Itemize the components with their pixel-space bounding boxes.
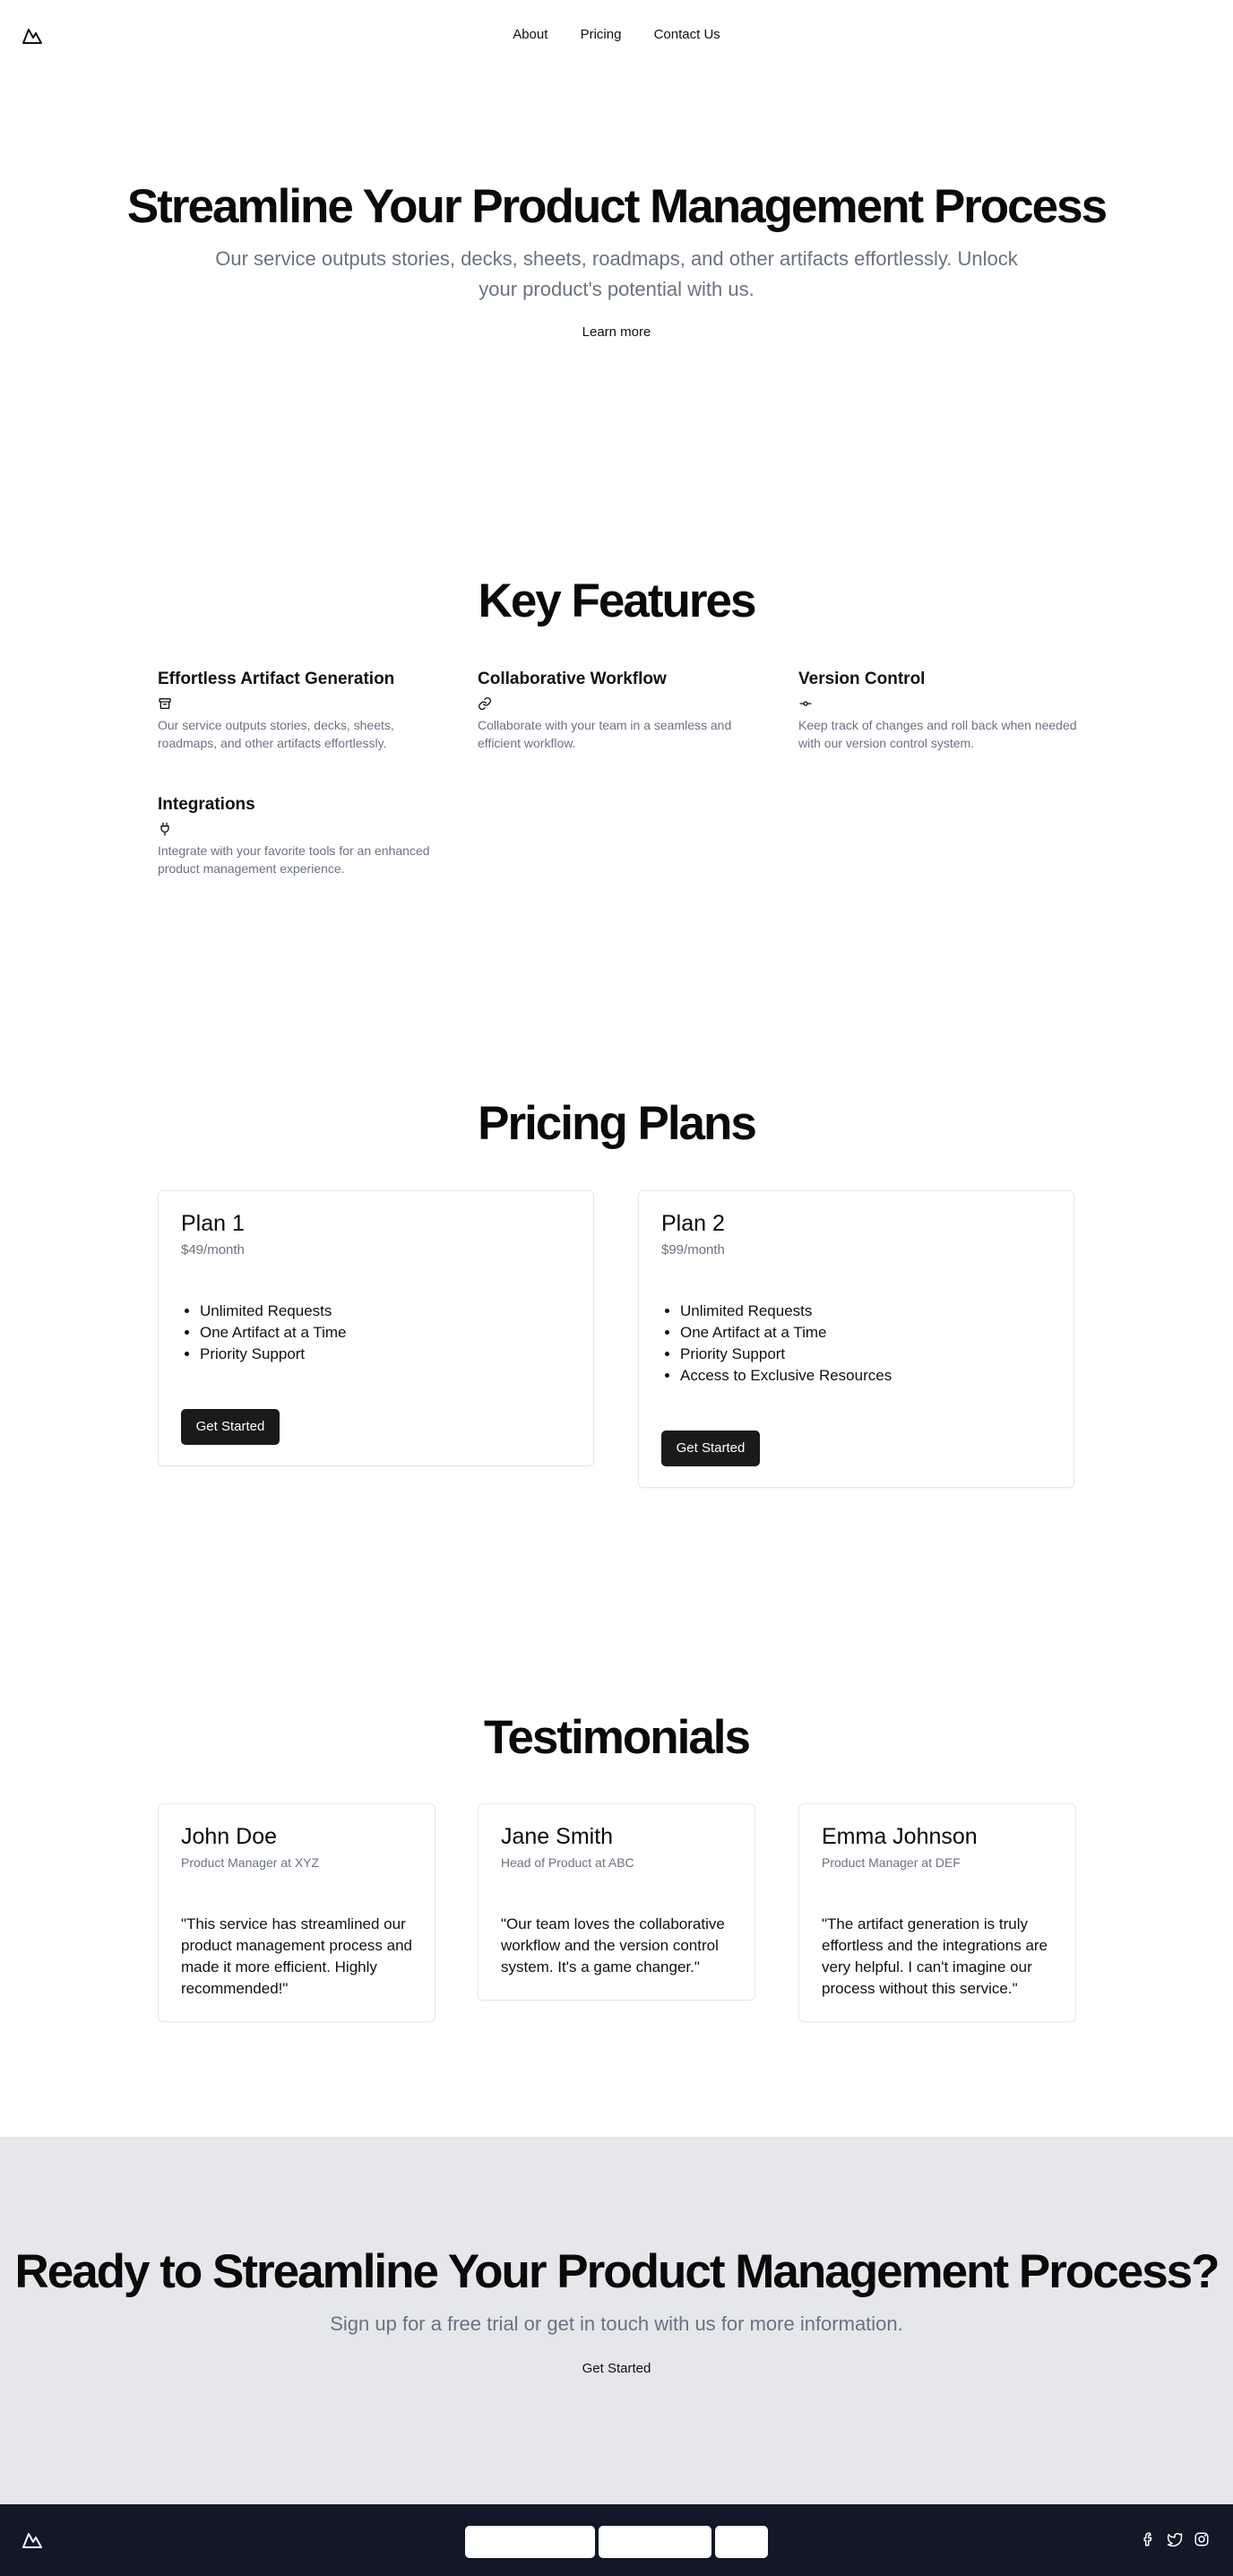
plan-feature: Priority Support <box>200 1344 346 1365</box>
plan-feature: One Artifact at a Time <box>680 1322 892 1344</box>
plan-price: $49/month <box>181 1242 245 1258</box>
nav-about-link[interactable]: About <box>513 27 548 42</box>
feature-title: Version Control <box>798 670 926 688</box>
testimonial-card: Emma Johnson Product Manager at DEF "The… <box>798 1803 1076 2022</box>
feature-title: Collaborative Workflow <box>478 670 667 688</box>
footer-link-button[interactable] <box>465 2526 595 2558</box>
feature-title: Effortless Artifact Generation <box>158 670 395 688</box>
testimonial-role: Product Manager at XYZ <box>181 1855 320 1870</box>
feature-card: Integrations Integrate with your favorit… <box>158 795 444 877</box>
plan-name: Plan 2 <box>661 1211 725 1236</box>
nav-pricing-link[interactable]: Pricing <box>581 27 622 42</box>
features-title: Key Features <box>478 575 757 627</box>
main-nav: About Pricing Contact Us <box>0 27 1233 42</box>
mountain-icon[interactable] <box>22 2529 43 2551</box>
testimonials-title: Testimonials <box>483 1711 751 1764</box>
feature-card: Version Control Keep track of changes an… <box>798 670 1085 752</box>
feature-card: Effortless Artifact Generation Our servi… <box>158 670 444 752</box>
archive-icon <box>159 698 171 709</box>
plan-price: $99/month <box>661 1242 725 1258</box>
pricing-title: Pricing Plans <box>478 1097 757 1150</box>
feature-title: Integrations <box>158 795 255 814</box>
plan-feature: Access to Exclusive Resources <box>680 1365 892 1387</box>
feature-description: Integrate with your favorite tools for a… <box>158 843 430 876</box>
hero-title: Streamline Your Product Management Proce… <box>126 180 1108 233</box>
feature-card: Collaborative Workflow Collaborate with … <box>478 670 764 752</box>
get-started-button[interactable]: Get Started <box>181 1409 280 1445</box>
testimonial-quote: "Our team loves the collaborative workfl… <box>501 1915 725 1975</box>
testimonial-quote: "The artifact generation is truly effort… <box>822 1915 1048 1997</box>
testimonial-quote: "This service has streamlined our produc… <box>181 1915 412 1997</box>
testimonial-card: Jane Smith Head of Product at ABC "Our t… <box>478 1803 755 2001</box>
instagram-icon[interactable] <box>1194 2531 1210 2547</box>
feature-description: Keep track of changes and roll back when… <box>798 718 1077 750</box>
learn-more-link[interactable]: Learn more <box>0 324 1233 340</box>
git-commit-icon <box>799 701 812 706</box>
link-icon <box>479 697 491 710</box>
testimonial-role: Product Manager at DEF <box>822 1855 961 1870</box>
plug-icon <box>160 822 169 836</box>
plan-feature-list: Unlimited Requests One Artifact at a Tim… <box>200 1301 346 1365</box>
plan-feature: Priority Support <box>680 1344 892 1365</box>
cta-get-started-link[interactable]: Get Started <box>0 2361 1233 2376</box>
plan-feature: One Artifact at a Time <box>200 1322 346 1344</box>
testimonial-name: Emma Johnson <box>822 1824 978 1849</box>
testimonial-name: Jane Smith <box>501 1824 614 1849</box>
nav-contact-link[interactable]: Contact Us <box>654 27 720 42</box>
plan-feature: Unlimited Requests <box>200 1301 346 1322</box>
footer-link-button[interactable] <box>715 2526 768 2558</box>
testimonial-card: John Doe Product Manager at XYZ "This se… <box>158 1803 435 2022</box>
plan-feature: Unlimited Requests <box>680 1301 892 1322</box>
pricing-card: Plan 2 $99/month Unlimited Requests One … <box>638 1190 1074 1488</box>
footer-link-button[interactable] <box>599 2526 711 2558</box>
cta-title: Ready to Streamline Your Product Managem… <box>14 2245 1220 2298</box>
feature-description: Collaborate with your team in a seamless… <box>478 718 732 750</box>
pricing-card: Plan 1 $49/month Unlimited Requests One … <box>158 1190 594 1466</box>
cta-section: Ready to Streamline Your Product Managem… <box>0 2137 1233 2504</box>
facebook-icon[interactable] <box>1140 2531 1156 2547</box>
hero-subtitle: Our service outputs stories, decks, shee… <box>215 247 1018 300</box>
feature-description: Our service outputs stories, decks, shee… <box>158 718 394 750</box>
twitter-icon[interactable] <box>1167 2531 1183 2547</box>
footer <box>0 2504 1233 2576</box>
testimonial-name: John Doe <box>181 1824 278 1849</box>
cta-subtitle: Sign up for a free trial or get in touch… <box>330 2312 903 2335</box>
plan-name: Plan 1 <box>181 1211 245 1236</box>
plan-feature-list: Unlimited Requests One Artifact at a Tim… <box>680 1301 892 1387</box>
get-started-button[interactable]: Get Started <box>661 1431 760 1466</box>
top-navbar: About Pricing Contact Us <box>0 0 1233 72</box>
testimonial-role: Head of Product at ABC <box>501 1855 634 1870</box>
